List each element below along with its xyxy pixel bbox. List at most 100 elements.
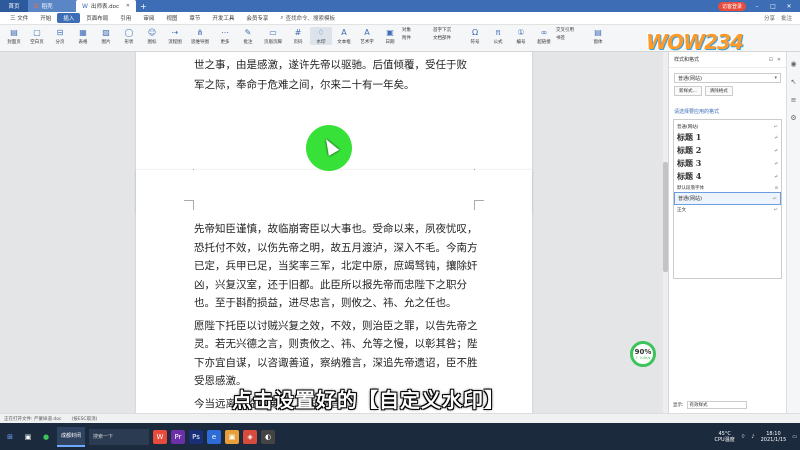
login-button[interactable]: 访客登录 bbox=[717, 1, 746, 11]
style-item[interactable]: 标题 4 ↵ bbox=[674, 170, 781, 183]
menu-view[interactable]: 视图 bbox=[160, 12, 183, 25]
notification-icon[interactable]: ▭ bbox=[792, 434, 797, 440]
date-button[interactable]: ▣ 日期 bbox=[379, 27, 401, 45]
menu-review[interactable]: 审阅 bbox=[137, 12, 160, 25]
comment-insert-button[interactable]: ✎ 批注 bbox=[237, 27, 259, 45]
browser-icon[interactable]: ● bbox=[39, 430, 53, 444]
paragraph-mark-icon: ↵ bbox=[773, 206, 778, 213]
numbering-label: 编号 bbox=[516, 40, 526, 45]
windows-start-icon[interactable]: ⊞ bbox=[3, 430, 17, 444]
menu-start[interactable]: 开始 bbox=[34, 12, 57, 25]
drop-cap-button[interactable]: 首字下沉 bbox=[433, 27, 463, 33]
select-icon[interactable]: ↖ bbox=[791, 78, 797, 86]
page-break-button[interactable]: ⊟ 分页 bbox=[49, 27, 71, 45]
blank-page-button[interactable]: ▢ 空白页 bbox=[26, 27, 48, 45]
panel-close-icon[interactable]: ✕ bbox=[777, 57, 781, 63]
property-icon[interactable]: ≡ bbox=[791, 96, 797, 104]
menu-dev-tools[interactable]: 开发工具 bbox=[206, 12, 240, 25]
header-footer-button[interactable]: ▭ 页眉页脚 bbox=[260, 27, 286, 45]
maximize-icon[interactable]: □ bbox=[768, 3, 778, 10]
flowchart-button[interactable]: ⇢ 流程图 bbox=[164, 27, 186, 45]
bookmark-button[interactable]: 书签 bbox=[556, 35, 586, 41]
tab-docer[interactable]: D 稻壳 bbox=[28, 0, 76, 12]
chevron-down-icon: ▾ bbox=[774, 75, 777, 81]
taskbar-task[interactable]: 成都封闭 bbox=[57, 426, 86, 447]
hyperlink-icon: ∞ bbox=[540, 28, 548, 37]
textbox-label: 文本框 bbox=[337, 40, 351, 45]
watermark-button[interactable]: ♢ 水印 bbox=[310, 27, 332, 45]
task-view-icon[interactable]: ▣ bbox=[21, 430, 35, 444]
app-icon[interactable]: Ps bbox=[189, 429, 204, 444]
mindmap-button[interactable]: ⋔ 思维导图 bbox=[187, 27, 213, 45]
app-icon[interactable]: ▣ bbox=[225, 429, 240, 444]
style-item[interactable]: 正文 ↵ bbox=[674, 205, 781, 214]
style-item[interactable]: 普通(网站) ↵ bbox=[674, 122, 781, 131]
taskbar-search[interactable]: 搜索一下 bbox=[89, 428, 150, 445]
menu-chapter[interactable]: 章节 bbox=[183, 12, 206, 25]
document-area[interactable]: 世之事，由是感激，遂许先帝以驱驰。后值倾覆，受任于败 军之际，奉命于危难之间，尔… bbox=[0, 52, 668, 413]
style-pane-icon[interactable]: ◉ bbox=[790, 60, 796, 68]
symbol-button[interactable]: Ω 符号 bbox=[464, 27, 486, 45]
close-window-icon[interactable]: ✕ bbox=[784, 3, 794, 10]
page-number-button[interactable]: # 页码 bbox=[287, 27, 309, 45]
formula-button[interactable]: π 公式 bbox=[487, 27, 509, 45]
table-button[interactable]: ▦ 表格 bbox=[72, 27, 94, 45]
app-icon[interactable]: W bbox=[153, 429, 168, 444]
textbox-button[interactable]: A 文本框 bbox=[333, 27, 355, 45]
close-tab-icon[interactable]: ✕ bbox=[126, 3, 130, 9]
menu-layout[interactable]: 页面布局 bbox=[80, 12, 114, 25]
show-select[interactable]: 有效样式 bbox=[686, 401, 747, 409]
numbering-button[interactable]: ① 编号 bbox=[510, 27, 532, 45]
object-button[interactable]: 对象 bbox=[402, 27, 432, 33]
form-button[interactable]: ▤ 窗体 bbox=[587, 27, 609, 45]
new-style-button[interactable]: 新样式... bbox=[674, 86, 702, 96]
comment-button[interactable]: 批注 bbox=[781, 14, 792, 22]
clear-format-button[interactable]: 清除格式 bbox=[704, 86, 733, 96]
cross-ref-button[interactable]: 交叉引用 bbox=[556, 27, 586, 33]
style-item[interactable]: 标题 2 ↵ bbox=[674, 144, 781, 157]
app-icon[interactable]: e bbox=[207, 429, 222, 444]
style-item[interactable]: 标题 3 ↵ bbox=[674, 157, 781, 170]
style-item-selected[interactable]: 普通(网站) ↵ bbox=[674, 192, 781, 205]
wordart-button[interactable]: A 艺术字 bbox=[356, 27, 378, 45]
panel-header-buttons: ⊡ ✕ bbox=[769, 57, 781, 63]
cover-page-button[interactable]: ▤ 封面页 bbox=[3, 27, 25, 45]
text-line[interactable]: 世之事，由是感激，遂许先帝以驱驰。后值倾覆，受任于败 bbox=[194, 55, 484, 75]
current-style-select[interactable]: 普通(网站) ▾ bbox=[674, 73, 781, 83]
app-icon[interactable]: ◈ bbox=[243, 429, 258, 444]
new-tab-icon[interactable]: + bbox=[140, 2, 147, 11]
doc-part-button[interactable]: 文档部件 bbox=[433, 35, 463, 41]
icon-button[interactable]: ☺ 图标 bbox=[141, 27, 163, 45]
settings-icon[interactable]: ⚙ bbox=[790, 114, 796, 122]
menu-insert[interactable]: 插入 bbox=[57, 13, 81, 23]
minimize-icon[interactable]: – bbox=[752, 3, 762, 10]
text-line[interactable]: 军之际，奉命于危难之间，尔来二十有一年矣。 bbox=[194, 75, 484, 95]
small-buttons: 对象 附件 bbox=[402, 27, 432, 41]
style-item[interactable]: 标题 1 ↵ bbox=[674, 131, 781, 144]
share-button[interactable]: 分享 bbox=[764, 14, 775, 22]
image-button[interactable]: ▨ 图片 bbox=[95, 27, 117, 45]
panel-pin-icon[interactable]: ⊡ bbox=[769, 57, 773, 63]
style-item[interactable]: 默认段落字体 a bbox=[674, 183, 781, 192]
taskbar-clock[interactable]: 18:10 2021/1/15 bbox=[761, 431, 787, 443]
document-page-2[interactable]: 先帝知臣谨慎，故临崩寄臣以大事也。受命以来，夙夜忧叹，恐托付不效，以伤先帝之明，… bbox=[136, 170, 532, 413]
volume-icon[interactable]: ♪ bbox=[751, 434, 754, 440]
tab-document[interactable]: W 出师表.doc ✕ bbox=[76, 0, 136, 12]
shape-button[interactable]: ◯ 形状 bbox=[118, 27, 140, 45]
command-search[interactable]: ⌕ 查找命令、搜索模板 bbox=[274, 14, 341, 23]
app-icon[interactable]: ◐ bbox=[261, 429, 276, 444]
menu-reference[interactable]: 引用 bbox=[114, 12, 137, 25]
paragraph[interactable]: 先帝知臣谨慎，故临崩寄臣以大事也。受命以来，夙夜忧叹，恐托付不效，以伤先帝之明，… bbox=[194, 220, 484, 313]
menu-file[interactable]: 三 文件 bbox=[4, 12, 34, 25]
hyperlink-button[interactable]: ∞ 超链接 bbox=[533, 27, 555, 45]
paragraph[interactable]: 愿陛下托臣以讨贼兴复之效，不效，则治臣之罪，以告先帝之灵。若无兴德之言，则责攸之… bbox=[194, 317, 484, 391]
more-button[interactable]: ⋯ 更多 bbox=[214, 27, 236, 45]
page-1-text[interactable]: 世之事，由是感激，遂许先帝以驱驰。后值倾覆，受任于败 军之际，奉命于危难之间，尔… bbox=[194, 55, 484, 95]
form-label: 窗体 bbox=[593, 40, 603, 45]
attachment-button[interactable]: 附件 bbox=[402, 35, 432, 41]
app-icon[interactable]: Pr bbox=[171, 429, 186, 444]
tab-home[interactable]: 首页 bbox=[0, 0, 28, 12]
menu-member[interactable]: 会员专享 bbox=[240, 12, 274, 25]
margin-mark bbox=[474, 200, 484, 210]
network-icon[interactable]: ⌔ bbox=[741, 434, 746, 440]
